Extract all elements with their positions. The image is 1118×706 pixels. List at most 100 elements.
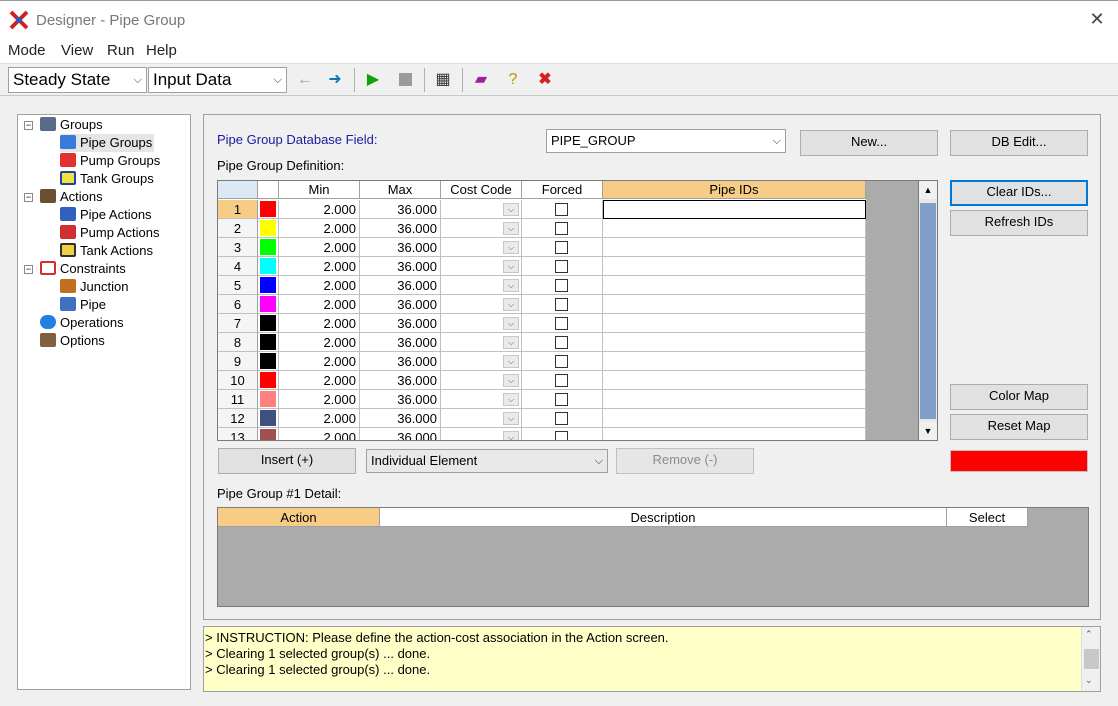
cell-pipe-ids[interactable]: [603, 409, 866, 428]
cell-min[interactable]: 2.000: [279, 428, 360, 440]
cell-pipe-ids[interactable]: [603, 314, 866, 333]
cell-forced[interactable]: [522, 295, 603, 314]
column-header-min[interactable]: Min: [279, 181, 360, 199]
chevron-down-icon[interactable]: ⌵: [503, 412, 519, 425]
remove-button[interactable]: Remove (-): [616, 448, 754, 474]
chevron-down-icon[interactable]: ⌵: [503, 298, 519, 311]
chevron-down-icon[interactable]: ⌵: [503, 203, 519, 216]
cell-cost-code[interactable]: ⌵: [441, 314, 522, 333]
forced-checkbox[interactable]: [555, 260, 568, 273]
play-icon[interactable]: ▶: [362, 69, 384, 91]
row-color-swatch[interactable]: [258, 409, 279, 428]
tree-item-junction[interactable]: Junction: [60, 278, 128, 296]
chevron-down-icon[interactable]: ⌵: [503, 241, 519, 254]
row-number[interactable]: 3: [218, 238, 258, 257]
cell-pipe-ids[interactable]: [603, 390, 866, 409]
reset-map-button[interactable]: Reset Map: [950, 414, 1088, 440]
network-icon[interactable]: ▦: [432, 69, 454, 91]
table-row[interactable]: 12 2.000 36.000 ⌵: [218, 409, 937, 428]
chevron-down-icon[interactable]: ⌵: [503, 279, 519, 292]
cell-cost-code[interactable]: ⌵: [441, 428, 522, 440]
column-header-forced[interactable]: Forced: [522, 181, 603, 199]
chevron-down-icon[interactable]: ⌵: [503, 222, 519, 235]
collapse-icon[interactable]: −: [24, 121, 33, 130]
cell-forced[interactable]: [522, 390, 603, 409]
scroll-down-icon[interactable]: ⌄: [1085, 675, 1093, 686]
cell-max[interactable]: 36.000: [360, 200, 441, 219]
row-color-swatch[interactable]: [258, 333, 279, 352]
cell-cost-code[interactable]: ⌵: [441, 390, 522, 409]
cell-max[interactable]: 36.000: [360, 333, 441, 352]
cell-cost-code[interactable]: ⌵: [441, 257, 522, 276]
cell-pipe-ids[interactable]: [603, 295, 866, 314]
cell-forced[interactable]: [522, 371, 603, 390]
cell-max[interactable]: 36.000: [360, 390, 441, 409]
column-header-cost-code[interactable]: Cost Code: [441, 181, 522, 199]
menu-run[interactable]: Run: [107, 42, 135, 59]
new-button[interactable]: New...: [800, 130, 938, 156]
book-icon[interactable]: ▰: [470, 69, 492, 91]
cell-min[interactable]: 2.000: [279, 200, 360, 219]
row-color-swatch[interactable]: [258, 314, 279, 333]
cell-max[interactable]: 36.000: [360, 257, 441, 276]
table-row[interactable]: 11 2.000 36.000 ⌵: [218, 390, 937, 409]
cell-forced[interactable]: [522, 409, 603, 428]
forced-checkbox[interactable]: [555, 355, 568, 368]
tree-item-groups[interactable]: Groups: [40, 116, 103, 134]
row-number[interactable]: 9: [218, 352, 258, 371]
chevron-down-icon[interactable]: ⌵: [503, 355, 519, 368]
log-scrollbar[interactable]: ⌃ ⌄: [1081, 627, 1100, 691]
chevron-down-icon[interactable]: ⌵: [503, 336, 519, 349]
cell-forced[interactable]: [522, 314, 603, 333]
cell-cost-code[interactable]: ⌵: [441, 200, 522, 219]
cell-cost-code[interactable]: ⌵: [441, 295, 522, 314]
table-row[interactable]: 6 2.000 36.000 ⌵: [218, 295, 937, 314]
cell-cost-code[interactable]: ⌵: [441, 276, 522, 295]
cell-forced[interactable]: [522, 352, 603, 371]
menu-help[interactable]: Help: [146, 42, 177, 59]
cell-max[interactable]: 36.000: [360, 352, 441, 371]
row-number[interactable]: 6: [218, 295, 258, 314]
cell-max[interactable]: 36.000: [360, 238, 441, 257]
row-number[interactable]: 13: [218, 428, 258, 440]
table-row[interactable]: 8 2.000 36.000 ⌵: [218, 333, 937, 352]
chevron-down-icon[interactable]: ⌵: [503, 317, 519, 330]
row-number[interactable]: 11: [218, 390, 258, 409]
group-color-swatch[interactable]: [950, 450, 1088, 472]
row-color-swatch[interactable]: [258, 276, 279, 295]
forced-checkbox[interactable]: [555, 374, 568, 387]
cell-pipe-ids[interactable]: [603, 371, 866, 390]
insert-button[interactable]: Insert (+): [218, 448, 356, 474]
cell-max[interactable]: 36.000: [360, 314, 441, 333]
chevron-down-icon[interactable]: ⌵: [503, 431, 519, 440]
menu-mode[interactable]: Mode: [8, 42, 46, 59]
row-color-swatch[interactable]: [258, 371, 279, 390]
cell-max[interactable]: 36.000: [360, 371, 441, 390]
menu-view[interactable]: View: [61, 42, 93, 59]
forced-checkbox[interactable]: [555, 222, 568, 235]
data-combo[interactable]: Input Data ⌵: [148, 67, 287, 93]
row-color-swatch[interactable]: [258, 257, 279, 276]
cell-pipe-ids[interactable]: [603, 238, 866, 257]
tree-item-actions[interactable]: Actions: [40, 188, 103, 206]
table-row[interactable]: 3 2.000 36.000 ⌵: [218, 238, 937, 257]
cell-max[interactable]: 36.000: [360, 219, 441, 238]
cell-min[interactable]: 2.000: [279, 352, 360, 371]
cell-forced[interactable]: [522, 200, 603, 219]
chevron-down-icon[interactable]: ⌵: [503, 374, 519, 387]
cell-min[interactable]: 2.000: [279, 371, 360, 390]
cell-cost-code[interactable]: ⌵: [441, 409, 522, 428]
table-row[interactable]: 5 2.000 36.000 ⌵: [218, 276, 937, 295]
row-number[interactable]: 5: [218, 276, 258, 295]
close-icon[interactable]: ✕: [1088, 9, 1106, 29]
cell-cost-code[interactable]: ⌵: [441, 238, 522, 257]
cell-forced[interactable]: [522, 276, 603, 295]
chevron-down-icon[interactable]: ⌵: [503, 393, 519, 406]
table-row[interactable]: 9 2.000 36.000 ⌵: [218, 352, 937, 371]
cell-min[interactable]: 2.000: [279, 238, 360, 257]
cell-min[interactable]: 2.000: [279, 333, 360, 352]
cell-max[interactable]: 36.000: [360, 276, 441, 295]
row-color-swatch[interactable]: [258, 428, 279, 440]
scroll-down-icon[interactable]: ▼: [919, 422, 937, 440]
tree-item-pipe-groups[interactable]: Pipe Groups: [60, 134, 155, 152]
